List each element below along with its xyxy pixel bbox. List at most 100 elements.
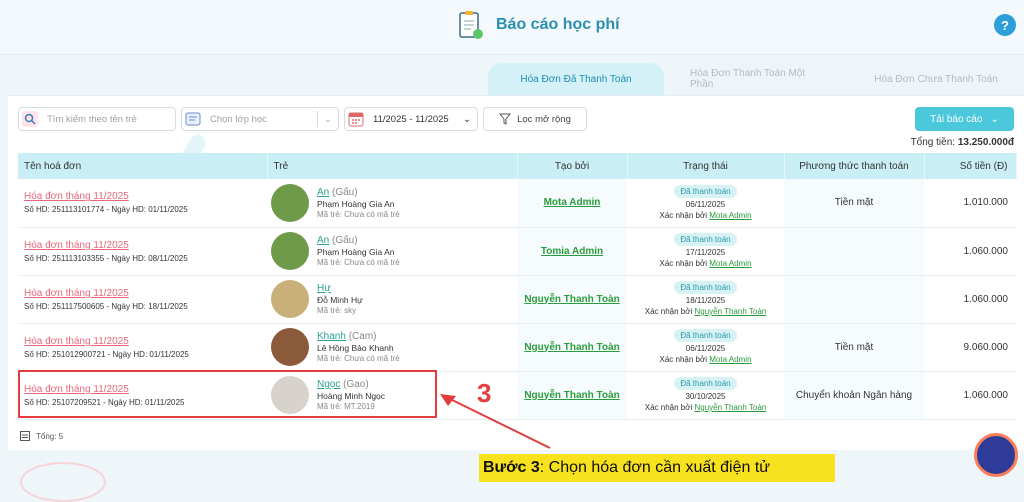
invoice-link[interactable]: Hóa đơn tháng 11/2025 [24, 191, 267, 202]
divider [317, 111, 319, 127]
confirm-prefix: Xác nhận bởi [659, 210, 708, 220]
status-cell: Đã thanh toán 18/11/2025 Xác nhận bởi Nguy… [627, 275, 784, 324]
table-row[interactable]: Hóa đơn tháng 11/2025 Số HD: 251012900721… [18, 323, 1016, 372]
tab-partial[interactable]: Hóa Đơn Thanh Toán Một Phần [668, 63, 846, 95]
step-text: : Chọn hóa đơn cần xuất điện tử [539, 459, 771, 476]
created-by-cell: Tomia Admin [517, 227, 627, 276]
payment-method-cell [784, 227, 924, 276]
child-full-name: Phạm Hoàng Gia An [317, 247, 395, 257]
avatar [271, 232, 309, 270]
table-row[interactable]: Hóa đơn tháng 11/2025 Số HD: 251113101774… [18, 179, 1016, 228]
col-amount[interactable]: Số tiền (Đ) [924, 153, 1017, 179]
row-count: Tổng: 5 [20, 431, 63, 441]
confirmed-by-link[interactable]: Mota Admin [709, 355, 751, 364]
annotation-highlight-box [18, 370, 437, 418]
status-date: 18/11/2025 [685, 296, 726, 305]
created-by-link[interactable]: Nguyễn Thanh Toàn [524, 342, 619, 353]
status-badge: Đã thanh toán [674, 184, 737, 198]
status-date: 06/11/2025 [685, 344, 726, 353]
invoice-meta: Số HD: 251113101774 - Ngày HD: 01/11/202… [24, 205, 188, 215]
step-prefix: Bước 3 [483, 459, 540, 476]
table-header-row: Tên hoá đơn Trẻ Tạo bởi Trạng thái Phươn… [18, 153, 1017, 179]
status-date: 17/11/2025 [685, 248, 726, 257]
child-cell: An (Gấu) Phạm Hoàng Gia An Mã trẻ: Chưa có… [267, 227, 517, 276]
status-cell: Đã thanh toán 17/11/2025 Xác nhận bởi Mota… [627, 227, 784, 276]
invoice-link[interactable]: Hóa đơn tháng 11/2025 [24, 240, 267, 251]
child-nickname-link[interactable]: Hự [317, 283, 331, 294]
advanced-filter-button[interactable]: Lọc mở rộng [483, 107, 587, 131]
col-invoice-name[interactable]: Tên hoá đơn [18, 153, 268, 179]
help-icon[interactable]: ? [994, 14, 1016, 36]
tab-unpaid[interactable]: Hóa Đơn Chưa Thanh Toán [850, 63, 1022, 95]
confirm-prefix: Xác nhận bởi [659, 355, 708, 364]
created-by-cell: Nguyễn Thanh Toàn [517, 323, 627, 372]
avatar [271, 328, 309, 366]
child-alias: (Gấu) [332, 235, 358, 246]
class-placeholder: Chọn lớp học [210, 113, 267, 125]
decoration [20, 462, 106, 502]
status-date: 06/11/2025 [685, 199, 726, 209]
date-range-value: 11/2025 - 11/2025 [373, 113, 449, 125]
created-by-link[interactable]: Tomia Admin [541, 246, 603, 257]
confirmed-by-link[interactable]: Mota Admin [709, 211, 751, 220]
invoice-link[interactable]: Hóa đơn tháng 11/2025 [24, 288, 267, 299]
table-row[interactable]: Hóa đơn tháng 11/2025 Số HD: 251113103355… [18, 227, 1016, 276]
child-full-name: Phạm Hoàng Gia An [317, 198, 395, 209]
invoice-link[interactable]: Hóa đơn tháng 11/2025 [24, 336, 267, 347]
child-cell: Hự Đỗ Minh Hự Mã trẻ: sky [267, 275, 517, 324]
report-clipboard-icon [459, 11, 483, 39]
amount-cell: 1.060.000 [924, 371, 1016, 420]
avatar [271, 280, 309, 318]
class-select[interactable]: Chọn lớp học ⌄ [181, 107, 339, 131]
col-created-by[interactable]: Tạo bởi [517, 153, 628, 179]
invoice-cell: Hóa đơn tháng 11/2025 Số HD: 251113101774… [18, 179, 267, 228]
child-nickname-link[interactable]: An [317, 187, 329, 198]
floating-action-button[interactable] [974, 433, 1018, 477]
invoice-meta: Số HD: 251113103355 - Ngày HD: 08/11/202… [24, 253, 188, 263]
export-report-button[interactable]: Tải báo cáo ⌄ [915, 107, 1014, 131]
invoice-meta: Số HD: 251117500605 - Ngày HD: 18/11/202… [24, 301, 188, 311]
child-code: Mã trẻ: Chưa có mã trẻ [317, 354, 400, 363]
amount-cell: 1.060.000 [924, 227, 1016, 276]
status-cell: Đã thanh toán 06/11/2025 Xác nhận bởi Mota… [627, 323, 784, 372]
payment-method-cell: Tiền mặt [784, 179, 924, 228]
total-value: 13.250.000đ [957, 137, 1014, 148]
created-by-link[interactable]: Nguyễn Thanh Toàn [524, 294, 619, 305]
col-payment-method[interactable]: Phương thức thanh toán [784, 153, 925, 179]
status-cell: Đã thanh toán 30/10/2025 Xác nhận bởi Nguy… [627, 371, 784, 420]
date-range-select[interactable]: 11/2025 - 11/2025 ⌄ [344, 107, 478, 131]
app-header: Báo cáo học phí ? [0, 0, 1024, 55]
child-code: Mã trẻ: sky [317, 306, 357, 315]
created-by-cell: Mota Admin [517, 179, 627, 228]
amount-cell: 9.060.000 [924, 323, 1016, 372]
invoice-tabs: Hóa Đơn Đã Thanh Toán Hóa Đơn Thanh Toán… [488, 63, 1024, 95]
export-label: Tải báo cáo [930, 113, 983, 125]
list-icon [20, 431, 30, 441]
header-title-group: Báo cáo học phí [458, 10, 620, 40]
created-by-link[interactable]: Mota Admin [544, 197, 601, 208]
search-placeholder: Tìm kiếm theo tên trẻ [47, 113, 137, 125]
status-date: 30/10/2025 [685, 392, 726, 401]
child-full-name: Lê Hồng Bảo Khanh [317, 343, 394, 353]
annotation-arrow [440, 394, 551, 449]
amount-cell: 1.010.000 [924, 179, 1016, 228]
child-code: Mã trẻ: Chưa có mã trẻ [317, 258, 400, 267]
tab-paid[interactable]: Hóa Đơn Đã Thanh Toán [488, 63, 664, 95]
status-badge: Đã thanh toán [674, 233, 737, 246]
child-alias: (Gấu) [332, 186, 358, 198]
invoice-cell: Hóa đơn tháng 11/2025 Số HD: 251117500605… [18, 275, 267, 324]
child-alias: (Cam) [348, 331, 377, 342]
table-row[interactable]: Hóa đơn tháng 11/2025 Số HD: 251117500605… [18, 275, 1016, 324]
confirmed-by-link[interactable]: Nguyễn Thanh Toàn [694, 307, 766, 316]
child-nickname-link[interactable]: An [317, 235, 329, 246]
annotation-number: 3 [477, 378, 492, 408]
col-status[interactable]: Trạng thái [627, 153, 785, 179]
search-input[interactable]: Tìm kiếm theo tên trẻ [18, 107, 176, 131]
col-child[interactable]: Trẻ [267, 153, 518, 179]
confirmed-by-link[interactable]: Nguyễn Thanh Toàn [694, 403, 766, 412]
child-nickname-link[interactable]: Khanh [317, 331, 346, 342]
filter-icon [499, 113, 512, 125]
avatar [271, 183, 309, 222]
confirmed-by-link[interactable]: Mota Admin [709, 259, 751, 268]
row-count-label: Tổng: 5 [36, 431, 64, 441]
